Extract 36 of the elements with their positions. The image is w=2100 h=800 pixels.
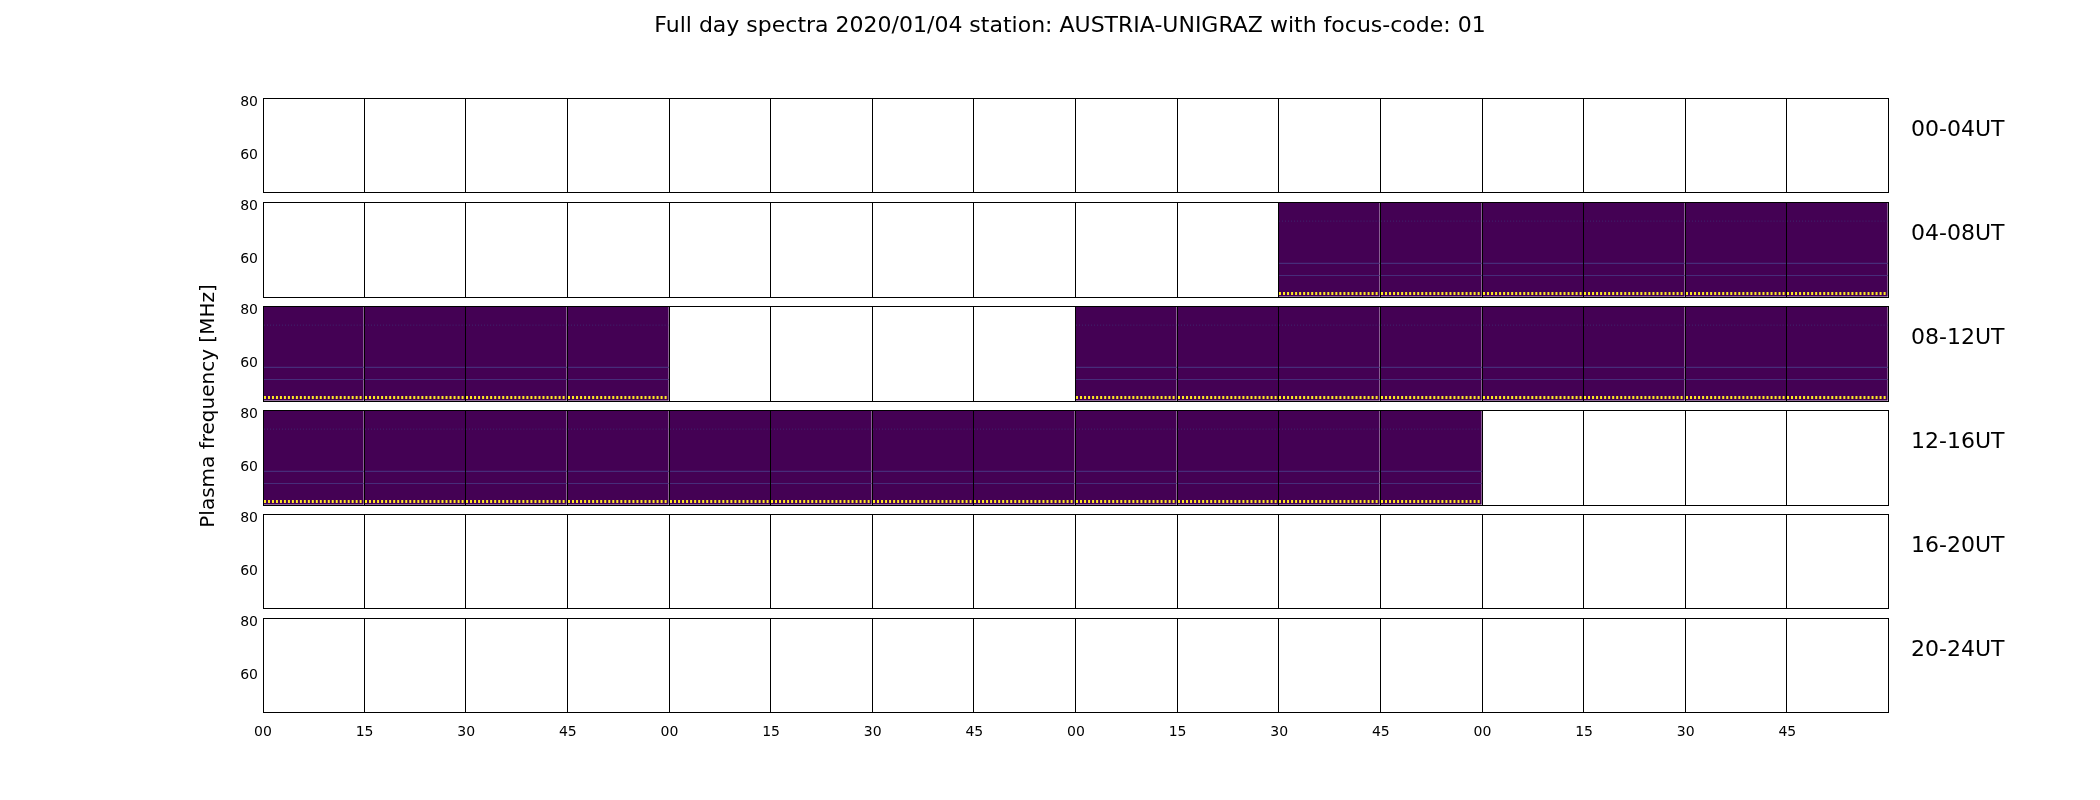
time-range-label: 00-04UT: [1910, 115, 2005, 143]
x-tick-label: 45: [1778, 723, 1797, 739]
time-range-label: 20-24UT: [1910, 635, 2005, 663]
y-tick-label: 60: [240, 562, 258, 578]
y-tick-label: 80: [240, 93, 258, 109]
y-tick-label: 60: [240, 458, 258, 474]
x-tick-label: 00: [1067, 723, 1085, 739]
y-tick-label: 60: [240, 146, 258, 162]
y-tick-label: 80: [240, 613, 258, 629]
time-range-label: 04-08UT: [1910, 219, 2005, 247]
x-tick-label: 30: [457, 723, 476, 739]
x-tick-label: 15: [762, 723, 781, 739]
x-tick-label: 15: [1575, 723, 1594, 739]
y-tick-label: 80: [240, 301, 258, 317]
x-tick-label: 45: [1371, 723, 1390, 739]
x-tick-label: 45: [558, 723, 577, 739]
chart-title: Full day spectra 2020/01/04 station: AUSTRIA-UNIGRAZ with focus-code: 01: [654, 12, 1486, 38]
x-tick-label: 30: [1676, 723, 1695, 739]
y-tick-label: 60: [240, 354, 258, 370]
x-tick-label: 15: [355, 723, 374, 739]
x-tick-label: 00: [660, 723, 679, 739]
x-tick-label: 00: [1473, 723, 1492, 739]
y-tick-label: 80: [240, 197, 258, 213]
x-tick-label: 15: [1168, 723, 1187, 739]
x-tick-label: 30: [1270, 723, 1289, 739]
x-tick-label: 45: [965, 723, 984, 739]
time-range-label: 16-20UT: [1910, 531, 2005, 559]
x-tick-label: 00: [254, 723, 272, 739]
x-tick-label: 30: [863, 723, 882, 739]
y-tick-label: 80: [240, 509, 258, 525]
y-axis-label: Plasma frequency [MHz]: [195, 283, 219, 528]
time-range-label: 12-16UT: [1910, 427, 2005, 455]
y-tick-label: 60: [240, 666, 258, 682]
y-tick-label: 80: [240, 405, 258, 421]
time-range-label: 08-12UT: [1910, 323, 2005, 351]
y-tick-label: 60: [240, 250, 258, 266]
